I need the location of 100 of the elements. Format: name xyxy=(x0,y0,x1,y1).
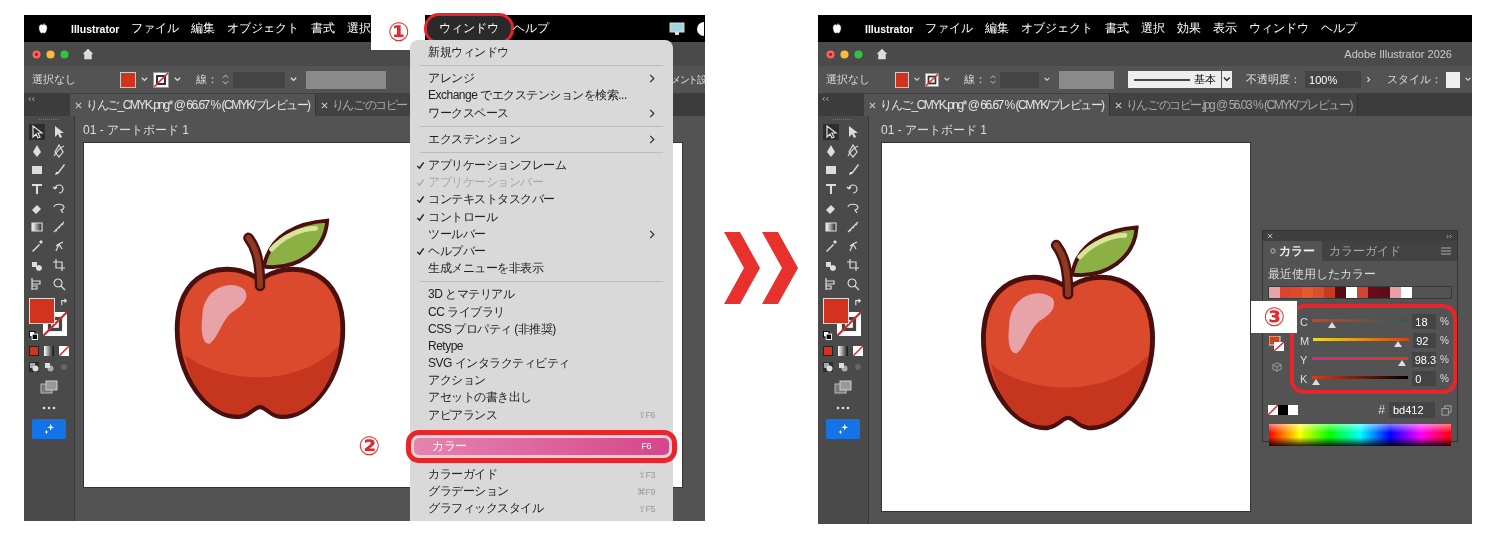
swap-icon[interactable] xyxy=(60,298,69,307)
color-swatch[interactable] xyxy=(1324,287,1335,298)
grip-icon[interactable] xyxy=(39,118,59,121)
rotate-icon[interactable] xyxy=(51,181,67,197)
menu-item[interactable]: CC ライブラリ xyxy=(410,303,673,321)
collapse-icon[interactable] xyxy=(821,96,830,102)
gradient-tool-icon[interactable] xyxy=(823,219,839,235)
menu-bar-item[interactable]: 選択 xyxy=(347,17,372,40)
panel-tab[interactable]: カラー xyxy=(1263,241,1322,261)
zoom-icon[interactable] xyxy=(845,276,861,292)
color-swatch[interactable] xyxy=(1346,287,1357,298)
gradient-mode-icon[interactable] xyxy=(44,346,54,356)
menu-item[interactable]: ツールバー xyxy=(410,225,673,243)
grip-icon[interactable] xyxy=(833,118,853,121)
menu-bar-item[interactable]: ウィンドウ xyxy=(1249,17,1310,40)
menu-bar-item[interactable]: Illustrator xyxy=(865,19,914,38)
screen-mode-icon[interactable] xyxy=(40,380,58,394)
default-colors-icon[interactable] xyxy=(823,331,832,340)
slider-thumb[interactable] xyxy=(1328,321,1337,328)
apple-logo-icon[interactable] xyxy=(37,22,49,35)
graphic-style-swatch[interactable] xyxy=(1446,71,1461,88)
color-swatch[interactable] xyxy=(1291,287,1302,298)
menu-item[interactable]: アセットの書き出し xyxy=(410,389,673,407)
panel-tab[interactable]: カラーガイド xyxy=(1322,241,1408,261)
color-swatch[interactable] xyxy=(1288,405,1298,415)
selection-tool-icon[interactable] xyxy=(823,124,839,140)
fill-swatch[interactable] xyxy=(894,71,909,88)
collapse-icon[interactable] xyxy=(27,96,36,102)
color-swatch[interactable] xyxy=(1269,287,1280,298)
stroke-style-dropdown[interactable]: 基本 xyxy=(1128,71,1222,88)
color-swatch[interactable] xyxy=(1379,287,1390,298)
more-icon[interactable] xyxy=(42,406,56,410)
slider-thumb[interactable] xyxy=(1312,378,1321,385)
menu-bar-item[interactable]: ウィンドウ xyxy=(427,16,512,41)
zoom-icon[interactable] xyxy=(51,276,67,292)
caret-icon[interactable] xyxy=(289,75,298,84)
home-icon[interactable] xyxy=(82,48,94,60)
menu-item[interactable]: アレンジ xyxy=(410,70,673,88)
chevron-right-icon[interactable] xyxy=(1365,75,1374,84)
close-window-icon[interactable] xyxy=(32,49,41,59)
color-swatch[interactable] xyxy=(1368,287,1379,298)
close-window-icon[interactable] xyxy=(826,49,835,59)
color-swatch[interactable] xyxy=(1390,287,1401,298)
document-tab[interactable]: りんご のコピー xyxy=(315,94,413,116)
stroke-swatch[interactable] xyxy=(153,71,169,88)
none-swatch[interactable] xyxy=(1268,405,1278,415)
close-icon[interactable] xyxy=(1114,101,1122,109)
menu-bar-item[interactable]: ファイル xyxy=(131,17,180,40)
measure-icon[interactable] xyxy=(51,219,67,235)
close-icon[interactable] xyxy=(869,101,876,109)
curvature-pen-icon[interactable] xyxy=(51,143,67,159)
menu-bar-item[interactable]: 編集 xyxy=(191,17,216,40)
type-tool-icon[interactable] xyxy=(29,181,45,197)
value-field[interactable]: 92 xyxy=(1413,333,1437,348)
menu-bar-item[interactable]: ヘルプ xyxy=(1321,17,1358,40)
color-swatch[interactable] xyxy=(1335,287,1346,298)
gradient-mode-icon[interactable] xyxy=(838,346,848,356)
menu-item[interactable]: アクション xyxy=(410,372,673,390)
slider-thumb[interactable] xyxy=(1394,340,1403,347)
default-colors-icon[interactable] xyxy=(29,331,38,340)
fill-stroke-icon[interactable] xyxy=(1268,336,1285,352)
value-field[interactable]: 18 xyxy=(1412,314,1437,329)
color-mode-icon[interactable] xyxy=(29,346,39,356)
minimize-window-icon[interactable] xyxy=(46,49,55,59)
minimize-window-icon[interactable] xyxy=(840,49,849,59)
menu-bar-item[interactable]: オブジェクト xyxy=(1021,17,1094,40)
menu-bar-item[interactable]: 表示 xyxy=(1213,17,1238,40)
stepper-icon[interactable] xyxy=(222,73,229,86)
menu-item[interactable]: グラデーション ⌘F9 xyxy=(410,483,673,501)
draw-behind-icon[interactable] xyxy=(838,362,848,372)
color-spectrum[interactable] xyxy=(1269,424,1451,446)
menu-item[interactable]: アピアランス ⇧F6 xyxy=(410,406,673,424)
variable-width-field[interactable] xyxy=(306,70,386,89)
fill-color-swatch[interactable] xyxy=(29,298,55,324)
gradient-tool-icon[interactable] xyxy=(29,219,45,235)
menu-item[interactable]: CSS プロパティ (非推奨) xyxy=(410,320,673,338)
menu-item[interactable]: コントロール xyxy=(410,208,673,226)
menu-bar-item[interactable]: 書式 xyxy=(311,17,336,40)
menu-item[interactable]: エクステンション xyxy=(410,130,673,148)
apple-logo-icon[interactable] xyxy=(831,22,843,35)
document-tab[interactable]: りんご_CMYK.png* @ 66.67 % (CMYK/プレビュー) xyxy=(864,94,1110,116)
draw-normal-icon[interactable] xyxy=(29,362,39,372)
home-icon[interactable] xyxy=(876,48,888,60)
color-swatch[interactable] xyxy=(1280,287,1291,298)
variable-width-field[interactable] xyxy=(1058,70,1115,89)
menu-bar-item[interactable]: ファイル xyxy=(925,17,974,40)
fill-color-swatch[interactable] xyxy=(823,298,849,324)
more-icon[interactable] xyxy=(836,406,850,410)
menu-item[interactable]: アプリケーションフレーム xyxy=(410,156,673,175)
menu-item[interactable]: SVG インタラクティビティ xyxy=(410,355,673,373)
hex-field[interactable]: bd412 xyxy=(1389,402,1435,418)
opacity-field[interactable]: 100% xyxy=(1305,71,1362,88)
screen-mode-icon[interactable] xyxy=(834,380,852,394)
menu-bar-item[interactable]: Illustrator xyxy=(71,19,120,38)
stepper-icon[interactable] xyxy=(990,73,997,86)
color-mode-icon[interactable] xyxy=(823,346,833,356)
menu-item[interactable]: 生成メニューを非表示 xyxy=(410,260,673,278)
artboard-tool-icon[interactable] xyxy=(51,257,67,273)
type-tool-icon[interactable] xyxy=(823,181,839,197)
measure-icon[interactable] xyxy=(845,219,861,235)
